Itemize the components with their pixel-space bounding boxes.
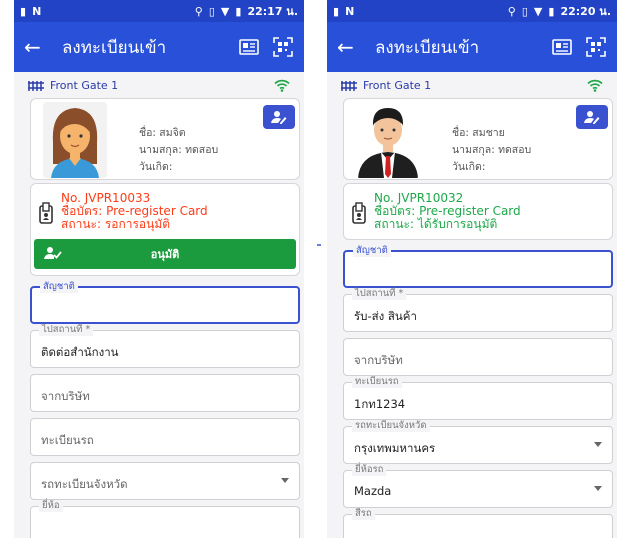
arrow-left-icon[interactable]: ← — [24, 35, 48, 59]
phone-screen-left: ▮ N ⚲ ▯ ▼ ▮ 22:17 น. ← ลงทะเบียนเข้า Fron… — [14, 0, 304, 538]
field-label: ยี่ห้อ — [39, 500, 63, 512]
field-value: Mazda — [354, 484, 392, 498]
edit-user-button[interactable] — [576, 105, 608, 129]
nfc-icon: N — [32, 4, 42, 18]
field-label: สีรถ — [352, 508, 375, 520]
sim-icon: ▮ — [333, 4, 340, 18]
gate-bar: Front Gate 1 — [14, 72, 304, 98]
text-field-5[interactable]: ยี่ห้อ — [30, 500, 300, 538]
toolbar: ← ลงทะเบียนเข้า — [327, 22, 617, 72]
profile-card: ชื่อ: สมชาย นามสกุล: ทดสอบ วันเกิด: — [343, 98, 613, 180]
location-icon: ⚲ — [507, 4, 516, 18]
wifi-status-icon: ▼ — [220, 4, 230, 18]
gate-bar: Front Gate 1 — [327, 72, 617, 98]
form-fields: สัญชาติไปสถานที่ * ติดต่อสำนักงานจากบริษั… — [14, 281, 304, 538]
chevron-down-icon — [594, 442, 602, 447]
profile-birthdate: วันเกิด: — [139, 161, 173, 173]
gate-fence-icon — [341, 81, 357, 91]
profile-birthdate: วันเกิด: — [452, 161, 486, 173]
phone-screen-right: ▮ N ⚲ ▯ ▼ ▮ 22:20 น. ← ลงทะเบียนเข้า Fron… — [327, 0, 617, 538]
text-field-6[interactable]: สีรถ — [343, 508, 613, 538]
field-label: ไปสถานที่ * — [39, 324, 94, 336]
chevron-down-icon — [594, 486, 602, 491]
card-reader-icon — [39, 202, 53, 224]
text-field-3[interactable]: ทะเบียนรถ 1กท1234 — [343, 376, 613, 420]
select-field-4[interactable]: รถทะเบียนจังหวัดกรุงเทพมหานคร — [343, 420, 613, 464]
text-field-0[interactable]: สัญชาติ — [30, 281, 300, 324]
card-info-box: No. JVPR10032 ชื่อบัตร: Pre-register Car… — [343, 183, 613, 240]
status-time: 22:17 น. — [247, 5, 298, 18]
profile-name: ชื่อ: สมจิต — [139, 127, 186, 139]
nfc-icon: N — [345, 4, 355, 18]
text-field-1[interactable]: ไปสถานที่ * รับ-ส่ง สินค้า — [343, 288, 613, 332]
select-field-4[interactable]: รถทะเบียนจังหวัด — [30, 462, 300, 500]
profile-surname: นามสกุล: ทดสอบ — [452, 144, 532, 156]
field-label: ไปสถานที่ * — [352, 288, 407, 300]
wifi-icon — [274, 79, 290, 92]
profile-surname: นามสกุล: ทดสอบ — [139, 144, 219, 156]
toolbar: ← ลงทะเบียนเข้า — [14, 22, 304, 72]
select-field-5[interactable]: ยี่ห้อรถ Mazda — [343, 464, 613, 508]
page-title: ลงทะเบียนเข้า — [375, 37, 480, 58]
status-bar: ▮ N ⚲ ▯ ▼ ▮ 22:20 น. — [327, 0, 617, 22]
card-status: สถานะ: รอการอนุมัติ — [61, 217, 171, 231]
gate-name: Front Gate 1 — [50, 78, 119, 92]
approve-label: อนุมัติ — [150, 248, 180, 261]
field-label: ยี่ห้อรถ — [352, 464, 387, 476]
field-label: สัญชาติ — [40, 281, 78, 293]
gate-name: Front Gate 1 — [363, 78, 432, 92]
form-fields: สัญชาติไปสถานที่ * รับ-ส่ง สินค้าจากบริษั… — [327, 245, 617, 538]
field-label: รถทะเบียนจังหวัด — [352, 420, 430, 432]
chevron-down-icon — [281, 478, 289, 483]
location-icon: ⚲ — [194, 4, 203, 18]
field-label: ทะเบียนรถ — [352, 376, 402, 388]
gate-fence-icon — [28, 81, 44, 91]
user-check-icon — [44, 247, 62, 259]
card-info-box: No. JVPR10033 ชื่อบัตร: Pre-register Car… — [30, 183, 300, 276]
text-field-3[interactable]: ทะเบียนรถ — [30, 418, 300, 456]
field-placeholder: รถทะเบียนจังหวัด — [41, 477, 128, 491]
qr-scan-icon[interactable] — [585, 36, 607, 58]
vibrate-icon: ▯ — [521, 4, 528, 18]
status-bar: ▮ N ⚲ ▯ ▼ ▮ 22:17 น. — [14, 0, 304, 22]
qr-scan-icon[interactable] — [272, 36, 294, 58]
arrow-left-icon[interactable]: ← — [337, 35, 361, 59]
separator-dash — [317, 244, 321, 246]
edit-user-icon — [271, 111, 287, 124]
battery-icon: ▮ — [548, 4, 555, 18]
approve-button[interactable]: อนุมัติ — [34, 239, 296, 269]
profile-name: ชื่อ: สมชาย — [452, 127, 505, 139]
vibrate-icon: ▯ — [208, 4, 215, 18]
field-placeholder: จากบริษัท — [41, 389, 90, 403]
field-placeholder: จากบริษัท — [354, 353, 403, 367]
field-value: กรุงเทพมหานคร — [354, 441, 436, 455]
avatar — [43, 102, 107, 178]
wifi-status-icon: ▼ — [533, 4, 543, 18]
field-placeholder: ทะเบียนรถ — [41, 433, 94, 447]
avatar — [356, 102, 420, 178]
card-reader-icon — [352, 202, 366, 224]
text-field-2[interactable]: จากบริษัท — [30, 374, 300, 412]
profile-card: ชื่อ: สมจิต นามสกุล: ทดสอบ วันเกิด: — [30, 98, 300, 180]
text-field-0[interactable]: สัญชาติ — [343, 245, 613, 288]
field-value: ติดต่อสำนักงาน — [41, 345, 119, 359]
field-value: รับ-ส่ง สินค้า — [354, 309, 417, 323]
text-field-2[interactable]: จากบริษัท — [343, 338, 613, 376]
wifi-icon — [587, 79, 603, 92]
card-status: สถานะ: ได้รับการอนุมัติ — [374, 217, 498, 231]
id-card-icon[interactable] — [238, 36, 260, 58]
sim-icon: ▮ — [20, 4, 27, 18]
status-time: 22:20 น. — [560, 5, 611, 18]
text-field-1[interactable]: ไปสถานที่ * ติดต่อสำนักงาน — [30, 324, 300, 368]
page-title: ลงทะเบียนเข้า — [62, 37, 167, 58]
id-card-icon[interactable] — [551, 36, 573, 58]
battery-icon: ▮ — [235, 4, 242, 18]
field-label: สัญชาติ — [353, 245, 391, 257]
field-value: 1กท1234 — [354, 397, 406, 411]
edit-user-icon — [584, 111, 600, 124]
edit-user-button[interactable] — [263, 105, 295, 129]
